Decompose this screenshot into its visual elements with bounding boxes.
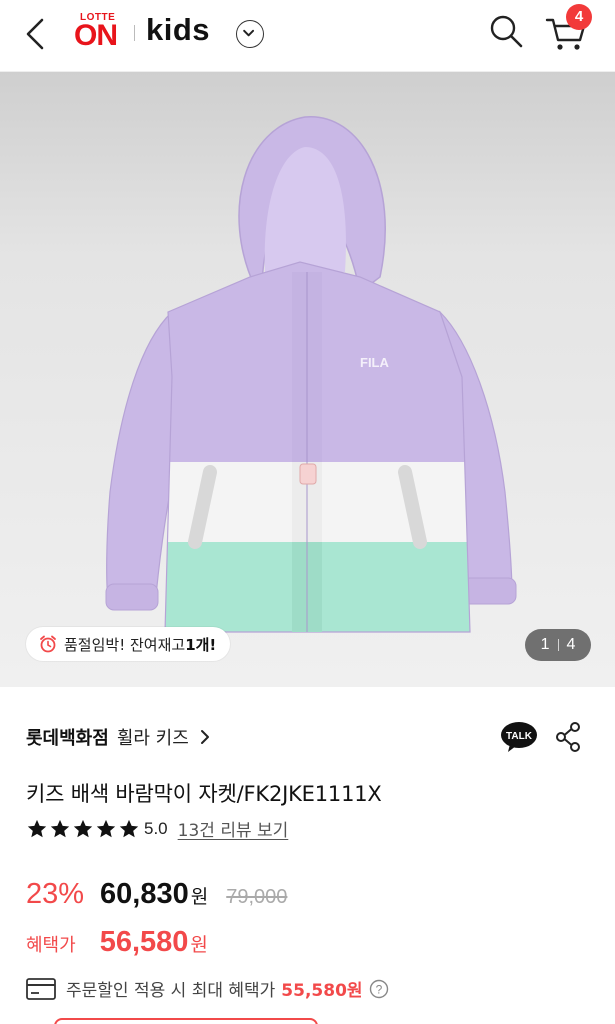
image-index: 1 — [540, 636, 550, 653]
product-title: 키즈 배색 바람막이 자켓/FK2JKE1111X — [26, 782, 382, 806]
section-dropdown-button[interactable] — [236, 20, 264, 48]
stock-count: 1개! — [185, 635, 217, 654]
share-icon[interactable] — [553, 720, 583, 754]
star-icon — [27, 819, 47, 837]
order-discount-row: 주문할인 적용 시 최대 혜택가 55,580원 ? — [26, 976, 389, 1001]
counter-divider — [557, 639, 559, 651]
cart-count-badge: 4 — [566, 4, 592, 30]
product-photo: FILA — [105, 116, 517, 633]
order-discount-price: 55,580원 — [281, 981, 363, 1001]
image-counter: 1 4 — [525, 629, 591, 661]
lotte-on-logo[interactable]: LOTTE ON — [74, 12, 128, 54]
benefit-price-row: 혜택가 56,580 원 — [26, 926, 208, 959]
back-arrow-icon[interactable] — [22, 16, 52, 52]
benefit-price: 56,580 — [99, 926, 189, 958]
stock-text: 품절임박! 잔여재고 — [64, 635, 186, 654]
svg-text:?: ? — [375, 982, 382, 996]
order-discount-text: 주문할인 적용 시 최대 혜택가 — [66, 981, 276, 1001]
star-icon — [73, 819, 93, 837]
top-app-bar: LOTTE ON kids 4 — [0, 0, 615, 72]
benefit-currency: 원 — [190, 934, 208, 956]
review-link[interactable]: 13건 리뷰 보기 — [178, 816, 289, 841]
star-icon — [96, 819, 116, 837]
rating-row: 5.0 13건 리뷰 보기 — [26, 816, 288, 841]
chevron-down-icon — [243, 29, 255, 37]
search-icon[interactable] — [486, 12, 526, 52]
store-name: 롯데백화점 — [26, 728, 109, 749]
star-icon — [50, 819, 70, 837]
discount-rate: 23% — [26, 878, 85, 910]
rating-stars — [26, 818, 140, 840]
brand-name: 휠라 키즈 — [116, 728, 189, 749]
talk-label: TALK — [506, 731, 533, 742]
coupon-button[interactable] — [54, 1018, 318, 1024]
product-image-carousel[interactable]: FILA 품절임박! 잔여재고 1개! 1 4 — [0, 72, 615, 687]
benefit-label: 혜택가 — [26, 935, 76, 956]
image-total: 4 — [566, 636, 576, 653]
price-currency: 원 — [190, 886, 209, 908]
low-stock-badge: 품절임박! 잔여재고 1개! — [26, 627, 231, 661]
logo-divider — [134, 25, 135, 41]
rating-value: 5.0 — [144, 818, 168, 838]
brand-link[interactable]: 롯데백화점 휠라 키즈 — [26, 724, 211, 750]
kakao-talk-icon: TALK — [501, 722, 537, 752]
price-row: 23% 60,830 원 79,000 — [26, 878, 287, 911]
kakao-talk-button[interactable]: TALK — [500, 720, 538, 754]
section-title[interactable]: kids — [146, 12, 210, 48]
garment-logo-text: FILA — [360, 355, 389, 370]
chevron-right-icon — [200, 730, 209, 744]
original-price: 79,000 — [226, 886, 288, 908]
sale-price: 60,830 — [100, 878, 189, 910]
alarm-clock-icon — [40, 635, 56, 653]
help-icon[interactable]: ? — [369, 979, 389, 999]
card-icon — [26, 977, 56, 1000]
logo-big-text: ON — [74, 19, 118, 52]
star-icon — [119, 819, 139, 837]
